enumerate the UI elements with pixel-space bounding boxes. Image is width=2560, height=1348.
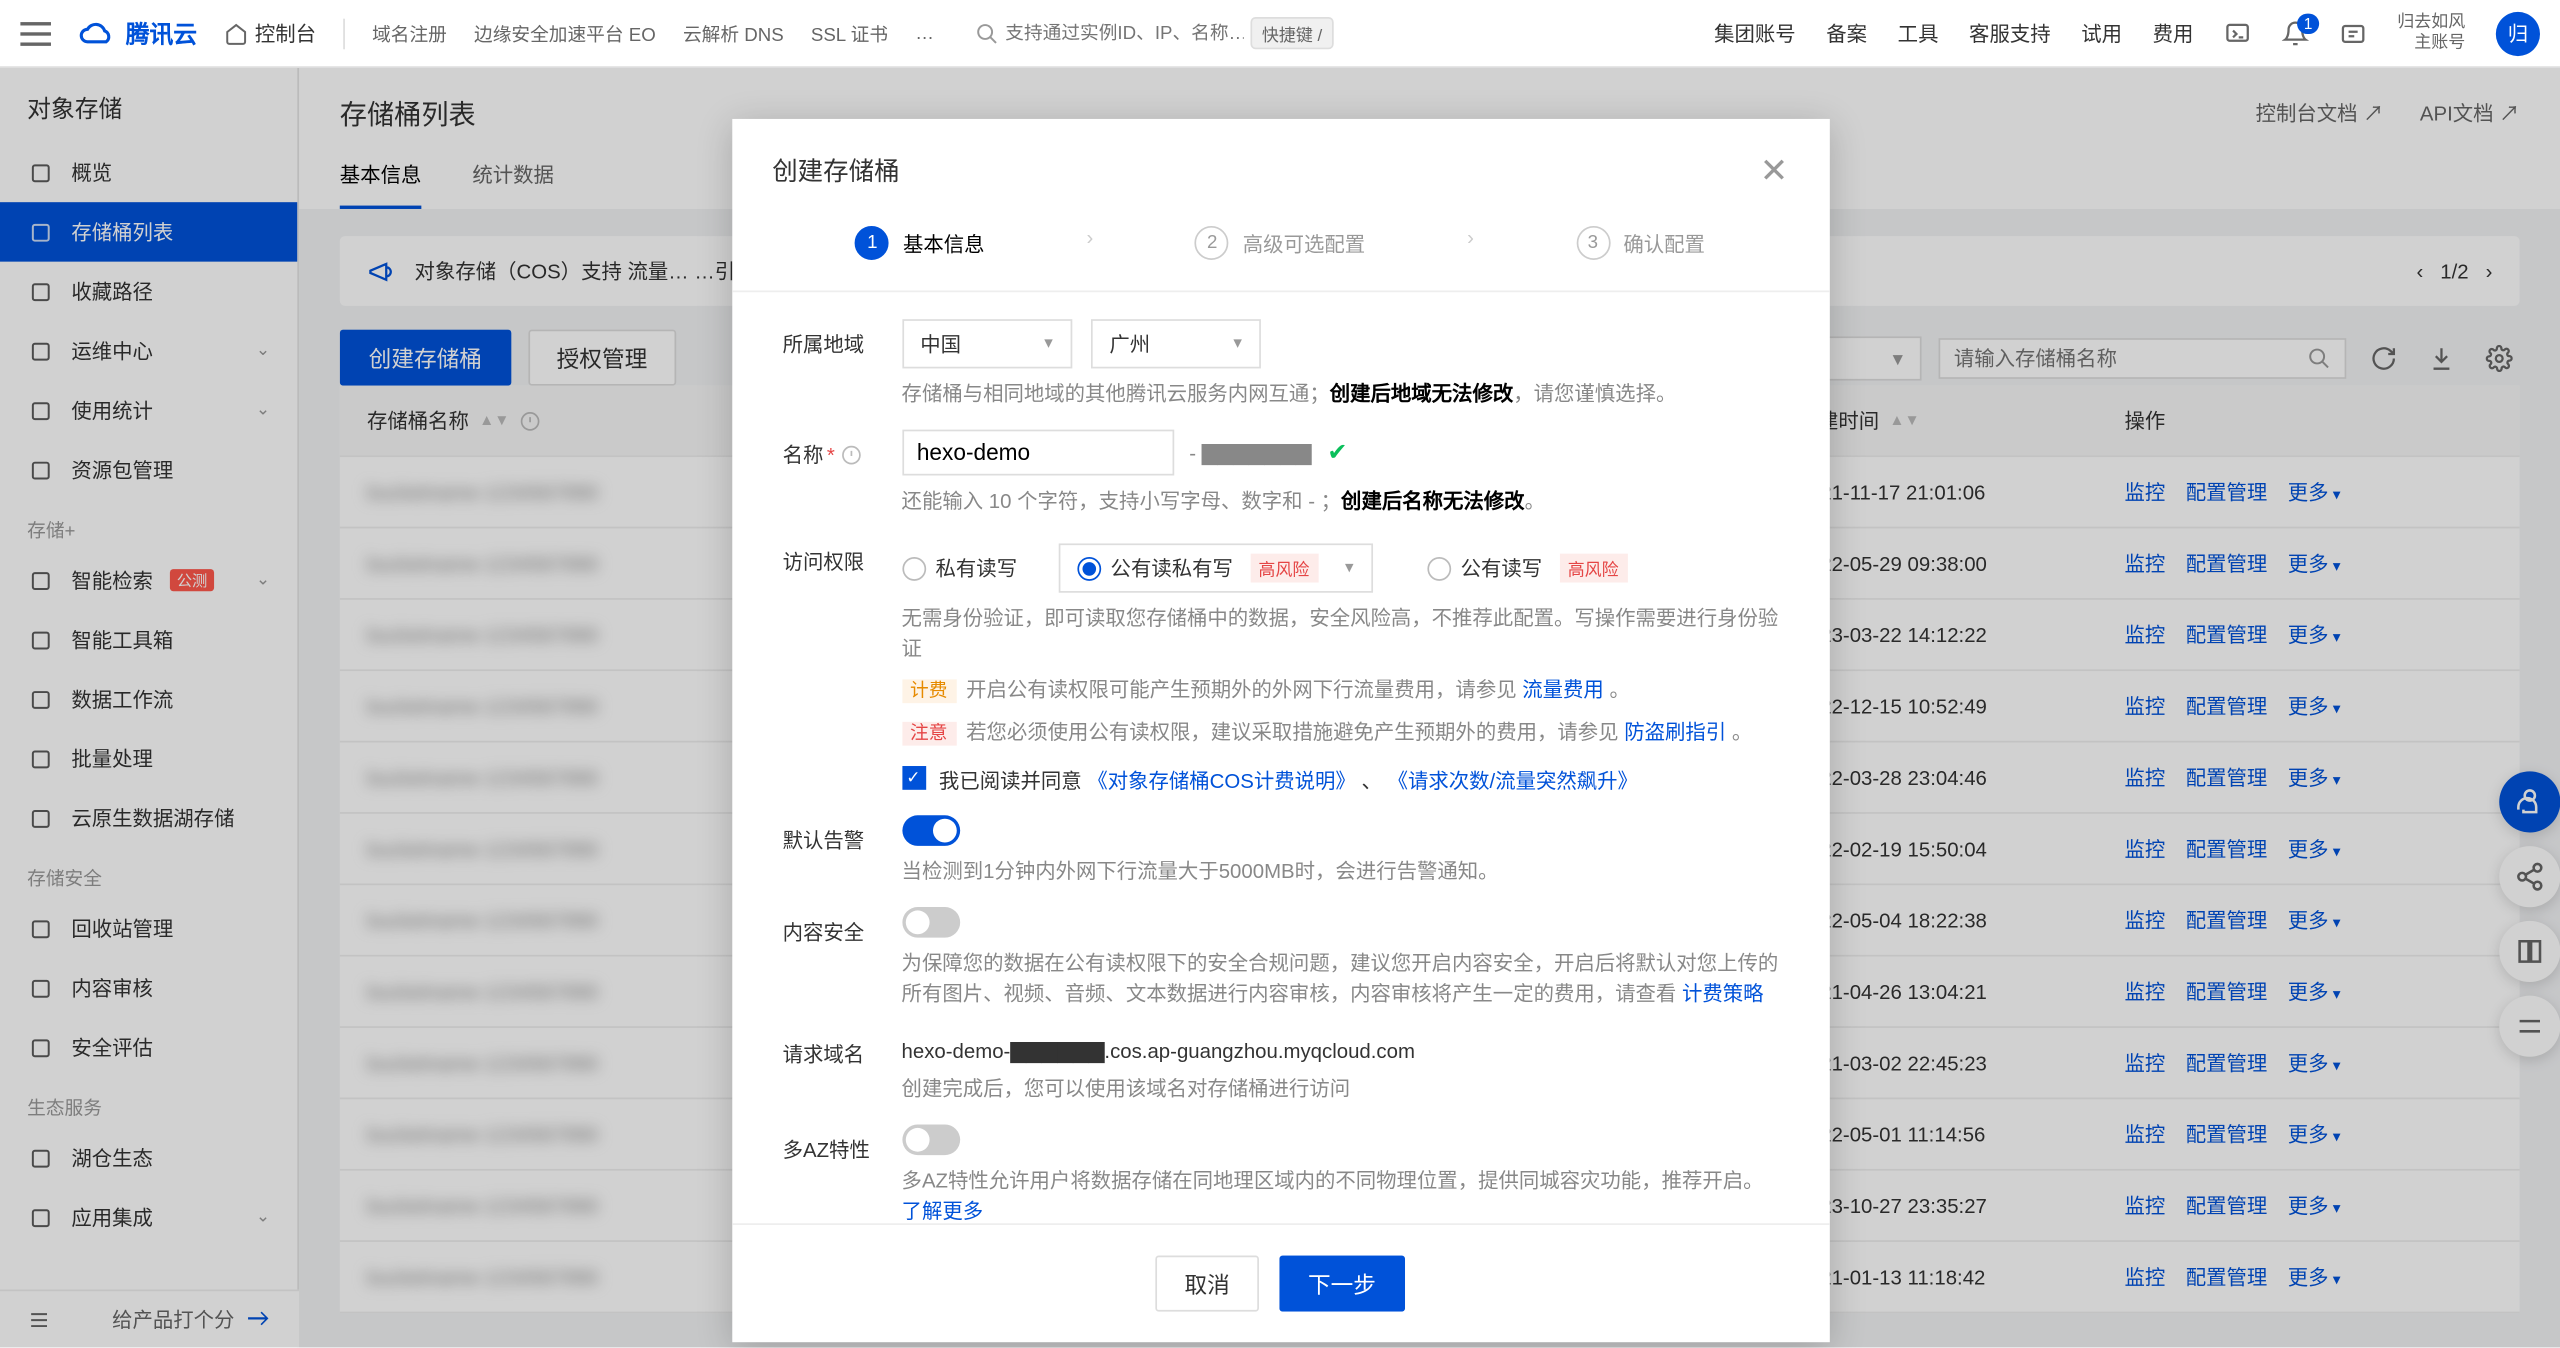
nav-ssl[interactable]: SSL 证书 [811, 20, 888, 47]
notification-icon[interactable]: 1 [2282, 20, 2309, 47]
fee-link[interactable]: 流量费用 [1522, 678, 1604, 702]
create-bucket-modal: 创建存储桶 ✕ 1基本信息 › 2高级可选配置 › 3确认配置 所属地域 中国 … [731, 119, 1829, 1342]
label-name: 名称* [782, 430, 901, 517]
next-button[interactable]: 下一步 [1279, 1256, 1405, 1312]
agree-link2[interactable]: 《请求次数/流量突然飙升》 [1387, 770, 1637, 794]
top-trial[interactable]: 试用 [2081, 19, 2122, 48]
label-content: 内容安全 [782, 907, 901, 1009]
home-icon [224, 21, 248, 45]
region-hint: 存储桶与相同地域的其他腾讯云服务内网互通；创建后地域无法修改，请您谨慎选择。 [901, 379, 1778, 410]
logo-text: 腾讯云 [126, 16, 197, 50]
top-group[interactable]: 集团账号 [1714, 19, 1796, 48]
search-icon [975, 21, 999, 45]
domain-value: hexo-demo-▇▇▇▇▇▇.cos.ap-guangzhou.myqclo… [901, 1030, 1778, 1064]
nav-dns[interactable]: 云解析 DNS [683, 20, 784, 47]
console-link[interactable]: 控制台 [224, 19, 316, 48]
assist-icon[interactable] [2340, 20, 2367, 47]
user-label: 归去如风主账号 [2397, 13, 2465, 54]
top-cost[interactable]: 费用 [2153, 19, 2194, 48]
fee-hint: 计费开启公有读权限可能产生预期外的外网下行流量费用，请参见 流量费用 。 [901, 675, 1778, 707]
modal-overlay: 创建存储桶 ✕ 1基本信息 › 2高级可选配置 › 3确认配置 所属地域 中国 … [0, 68, 2560, 1347]
check-icon: ✔ [1327, 438, 1347, 465]
modal-title: 创建存储桶 [772, 153, 899, 189]
cancel-button[interactable]: 取消 [1156, 1256, 1259, 1312]
bucket-name-input[interactable] [901, 430, 1173, 476]
global-search[interactable]: 快捷键 / [975, 17, 1334, 49]
alarm-toggle[interactable] [901, 816, 959, 847]
region-city-select[interactable]: 广州 [1090, 319, 1260, 368]
top-beian[interactable]: 备案 [1826, 19, 1867, 48]
cloud-shell-icon[interactable] [2224, 20, 2251, 47]
nav-more[interactable]: … [915, 23, 934, 43]
top-bar: 腾讯云 控制台 域名注册 边缘安全加速平台 EO 云解析 DNS SSL 证书 … [0, 0, 2560, 68]
shortcut-hint: 快捷键 / [1250, 17, 1334, 49]
step-3: 3确认配置 [1576, 226, 1705, 260]
access-hint: 无需身份验证，即可读取您存储桶中的数据，安全风险高，不推荐此配置。写操作需要进行… [901, 603, 1778, 664]
warn-hint: 注意若您必须使用公有读权限，建议采取措施避免产生预期外的费用，请参见 防盗刷指引… [901, 717, 1778, 749]
menu-icon[interactable] [20, 21, 51, 45]
nav-domain[interactable]: 域名注册 [372, 20, 447, 47]
step-2: 2高级可选配置 [1195, 226, 1365, 260]
label-region: 所属地域 [782, 319, 901, 409]
logo[interactable]: 腾讯云 [78, 16, 197, 50]
name-hint: 还能输入 10 个字符，支持小写字母、数字和 - ；创建后名称无法修改。 [901, 486, 1778, 517]
radio-public-read[interactable]: 公有读私有写高风险 [1058, 544, 1372, 593]
nav-eo[interactable]: 边缘安全加速平台 EO [474, 20, 656, 47]
content-hint: 为保障您的数据在公有读权限下的安全合规问题，建议您开启内容安全，开启后将默认对您… [901, 948, 1778, 1009]
label-domain: 请求域名 [782, 1030, 901, 1105]
checkbox-icon[interactable]: ✓ [901, 766, 925, 790]
top-tools[interactable]: 工具 [1898, 19, 1939, 48]
notif-badge: 1 [2297, 13, 2319, 33]
avatar[interactable]: 归 [2496, 11, 2540, 55]
radio-public-rw[interactable]: 公有读写高风险 [1426, 554, 1627, 583]
content-link[interactable]: 计费策略 [1682, 982, 1764, 1006]
info-icon[interactable] [840, 445, 860, 465]
close-icon[interactable]: ✕ [1760, 150, 1788, 192]
domain-hint: 创建完成后，您可以使用该域名对存储桶进行访问 [901, 1074, 1778, 1105]
radio-private[interactable]: 私有读写 [901, 554, 1017, 583]
maz-link[interactable]: 了解更多 [901, 1199, 983, 1223]
maz-toggle[interactable] [901, 1125, 959, 1156]
warn-link[interactable]: 防盗刷指引 [1624, 720, 1726, 744]
alarm-hint: 当检测到1分钟内外网下行流量大于5000MB时，会进行告警通知。 [901, 856, 1778, 887]
name-suffix: - ▇▇▇▇▇▇▇ [1189, 442, 1311, 466]
agree-row[interactable]: ✓ 我已阅读并同意 《对象存储桶COS计费说明》 、 《请求次数/流量突然飙升》 [901, 766, 1778, 795]
label-maz: 多AZ特性 [782, 1125, 901, 1224]
content-toggle[interactable] [901, 907, 959, 938]
search-input[interactable] [1005, 23, 1243, 43]
step-1: 1基本信息 [855, 226, 984, 260]
label-access: 访问权限 [782, 537, 901, 795]
cloud-icon [78, 18, 115, 49]
label-alarm: 默认告警 [782, 816, 901, 887]
region-country-select[interactable]: 中国 [901, 319, 1071, 368]
top-support[interactable]: 客服支持 [1969, 19, 2051, 48]
maz-hint: 多AZ特性允许用户将数据存储在同地理区域内的不同物理位置，提供同城容灾功能，推荐… [901, 1166, 1778, 1224]
agree-link1[interactable]: 《对象存储桶COS计费说明》 [1087, 770, 1355, 794]
